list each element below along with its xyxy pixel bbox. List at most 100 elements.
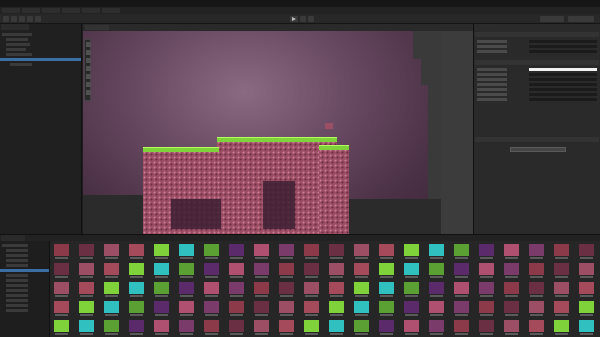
- menu-item-6[interactable]: [102, 8, 120, 13]
- component-header[interactable]: [475, 32, 599, 37]
- asset-item[interactable]: [204, 320, 219, 336]
- asset-item[interactable]: [229, 263, 244, 279]
- asset-item[interactable]: [529, 244, 544, 260]
- inspector-field[interactable]: [477, 50, 597, 53]
- asset-item[interactable]: [154, 301, 169, 317]
- asset-item[interactable]: [404, 244, 419, 260]
- folder-row[interactable]: [6, 304, 28, 307]
- asset-item[interactable]: [304, 282, 319, 298]
- asset-item[interactable]: [254, 301, 269, 317]
- folder-row[interactable]: [6, 249, 28, 252]
- asset-item[interactable]: [479, 320, 494, 336]
- folder-row[interactable]: [2, 244, 28, 247]
- scene-tab[interactable]: [85, 25, 109, 30]
- asset-item[interactable]: [429, 301, 444, 317]
- rect-tool-button[interactable]: [35, 16, 41, 22]
- asset-item[interactable]: [54, 244, 69, 260]
- hierarchy-row[interactable]: [6, 38, 28, 41]
- inspector-field[interactable]: [477, 93, 597, 96]
- folder-row[interactable]: [6, 264, 28, 267]
- asset-item[interactable]: [279, 263, 294, 279]
- asset-item[interactable]: [204, 263, 219, 279]
- layers-dropdown[interactable]: [540, 16, 564, 22]
- menu-item-1[interactable]: [2, 8, 20, 13]
- asset-item[interactable]: [79, 282, 94, 298]
- add-component-button[interactable]: [510, 147, 566, 152]
- asset-item[interactable]: [379, 301, 394, 317]
- asset-item[interactable]: [254, 263, 269, 279]
- asset-item[interactable]: [404, 301, 419, 317]
- asset-item[interactable]: [79, 301, 94, 317]
- grass-platform[interactable]: [319, 145, 349, 150]
- asset-item[interactable]: [279, 282, 294, 298]
- inspector-field[interactable]: [477, 78, 597, 81]
- asset-item[interactable]: [454, 244, 469, 260]
- asset-item[interactable]: [379, 263, 394, 279]
- step-button[interactable]: [308, 16, 314, 22]
- folder-row[interactable]: [6, 284, 28, 287]
- move-tool-button[interactable]: [11, 16, 17, 22]
- asset-item[interactable]: [279, 320, 294, 336]
- component-header[interactable]: [475, 137, 599, 142]
- asset-item[interactable]: [404, 320, 419, 336]
- asset-item[interactable]: [329, 263, 344, 279]
- asset-item[interactable]: [529, 263, 544, 279]
- asset-item[interactable]: [254, 320, 269, 336]
- asset-item[interactable]: [79, 320, 94, 336]
- inspector-field[interactable]: [477, 83, 597, 86]
- folder-row-selected[interactable]: [0, 269, 49, 272]
- asset-item[interactable]: [379, 320, 394, 336]
- asset-item[interactable]: [554, 301, 569, 317]
- asset-item[interactable]: [554, 244, 569, 260]
- asset-item[interactable]: [554, 282, 569, 298]
- asset-item[interactable]: [404, 263, 419, 279]
- asset-item[interactable]: [104, 320, 119, 336]
- hierarchy-row[interactable]: [6, 53, 32, 56]
- asset-item[interactable]: [429, 320, 444, 336]
- hierarchy-row[interactable]: [6, 48, 26, 51]
- asset-item[interactable]: [129, 244, 144, 260]
- menu-item-5[interactable]: [82, 8, 100, 13]
- asset-item[interactable]: [54, 263, 69, 279]
- asset-item[interactable]: [279, 301, 294, 317]
- asset-item[interactable]: [454, 301, 469, 317]
- hierarchy-row[interactable]: [10, 63, 32, 66]
- asset-item[interactable]: [379, 244, 394, 260]
- asset-item[interactable]: [354, 301, 369, 317]
- asset-item[interactable]: [454, 282, 469, 298]
- hierarchy-row[interactable]: [2, 33, 32, 36]
- hierarchy-row[interactable]: [6, 43, 30, 46]
- asset-item[interactable]: [329, 244, 344, 260]
- asset-item[interactable]: [204, 244, 219, 260]
- grid-tool-button[interactable]: [86, 90, 91, 95]
- hierarchy-tab[interactable]: [1, 24, 29, 30]
- asset-item[interactable]: [329, 320, 344, 336]
- asset-item[interactable]: [179, 244, 194, 260]
- folder-row[interactable]: [6, 294, 28, 297]
- asset-item[interactable]: [204, 301, 219, 317]
- asset-item[interactable]: [529, 282, 544, 298]
- asset-item[interactable]: [379, 282, 394, 298]
- asset-item[interactable]: [429, 244, 444, 260]
- asset-item[interactable]: [229, 301, 244, 317]
- asset-item[interactable]: [479, 263, 494, 279]
- asset-item[interactable]: [104, 301, 119, 317]
- asset-item[interactable]: [329, 301, 344, 317]
- asset-item[interactable]: [204, 282, 219, 298]
- asset-item[interactable]: [179, 263, 194, 279]
- asset-item[interactable]: [304, 244, 319, 260]
- asset-item[interactable]: [179, 301, 194, 317]
- asset-item[interactable]: [529, 320, 544, 336]
- asset-item[interactable]: [79, 244, 94, 260]
- asset-item[interactable]: [279, 244, 294, 260]
- asset-item[interactable]: [154, 282, 169, 298]
- scene-canvas[interactable]: [83, 31, 441, 234]
- scene-view[interactable]: [83, 24, 473, 234]
- rect-tool-button[interactable]: [86, 66, 91, 71]
- asset-item[interactable]: [354, 244, 369, 260]
- asset-item[interactable]: [479, 244, 494, 260]
- asset-item[interactable]: [79, 263, 94, 279]
- asset-item[interactable]: [454, 263, 469, 279]
- asset-item[interactable]: [154, 263, 169, 279]
- menu-item-2[interactable]: [22, 8, 40, 13]
